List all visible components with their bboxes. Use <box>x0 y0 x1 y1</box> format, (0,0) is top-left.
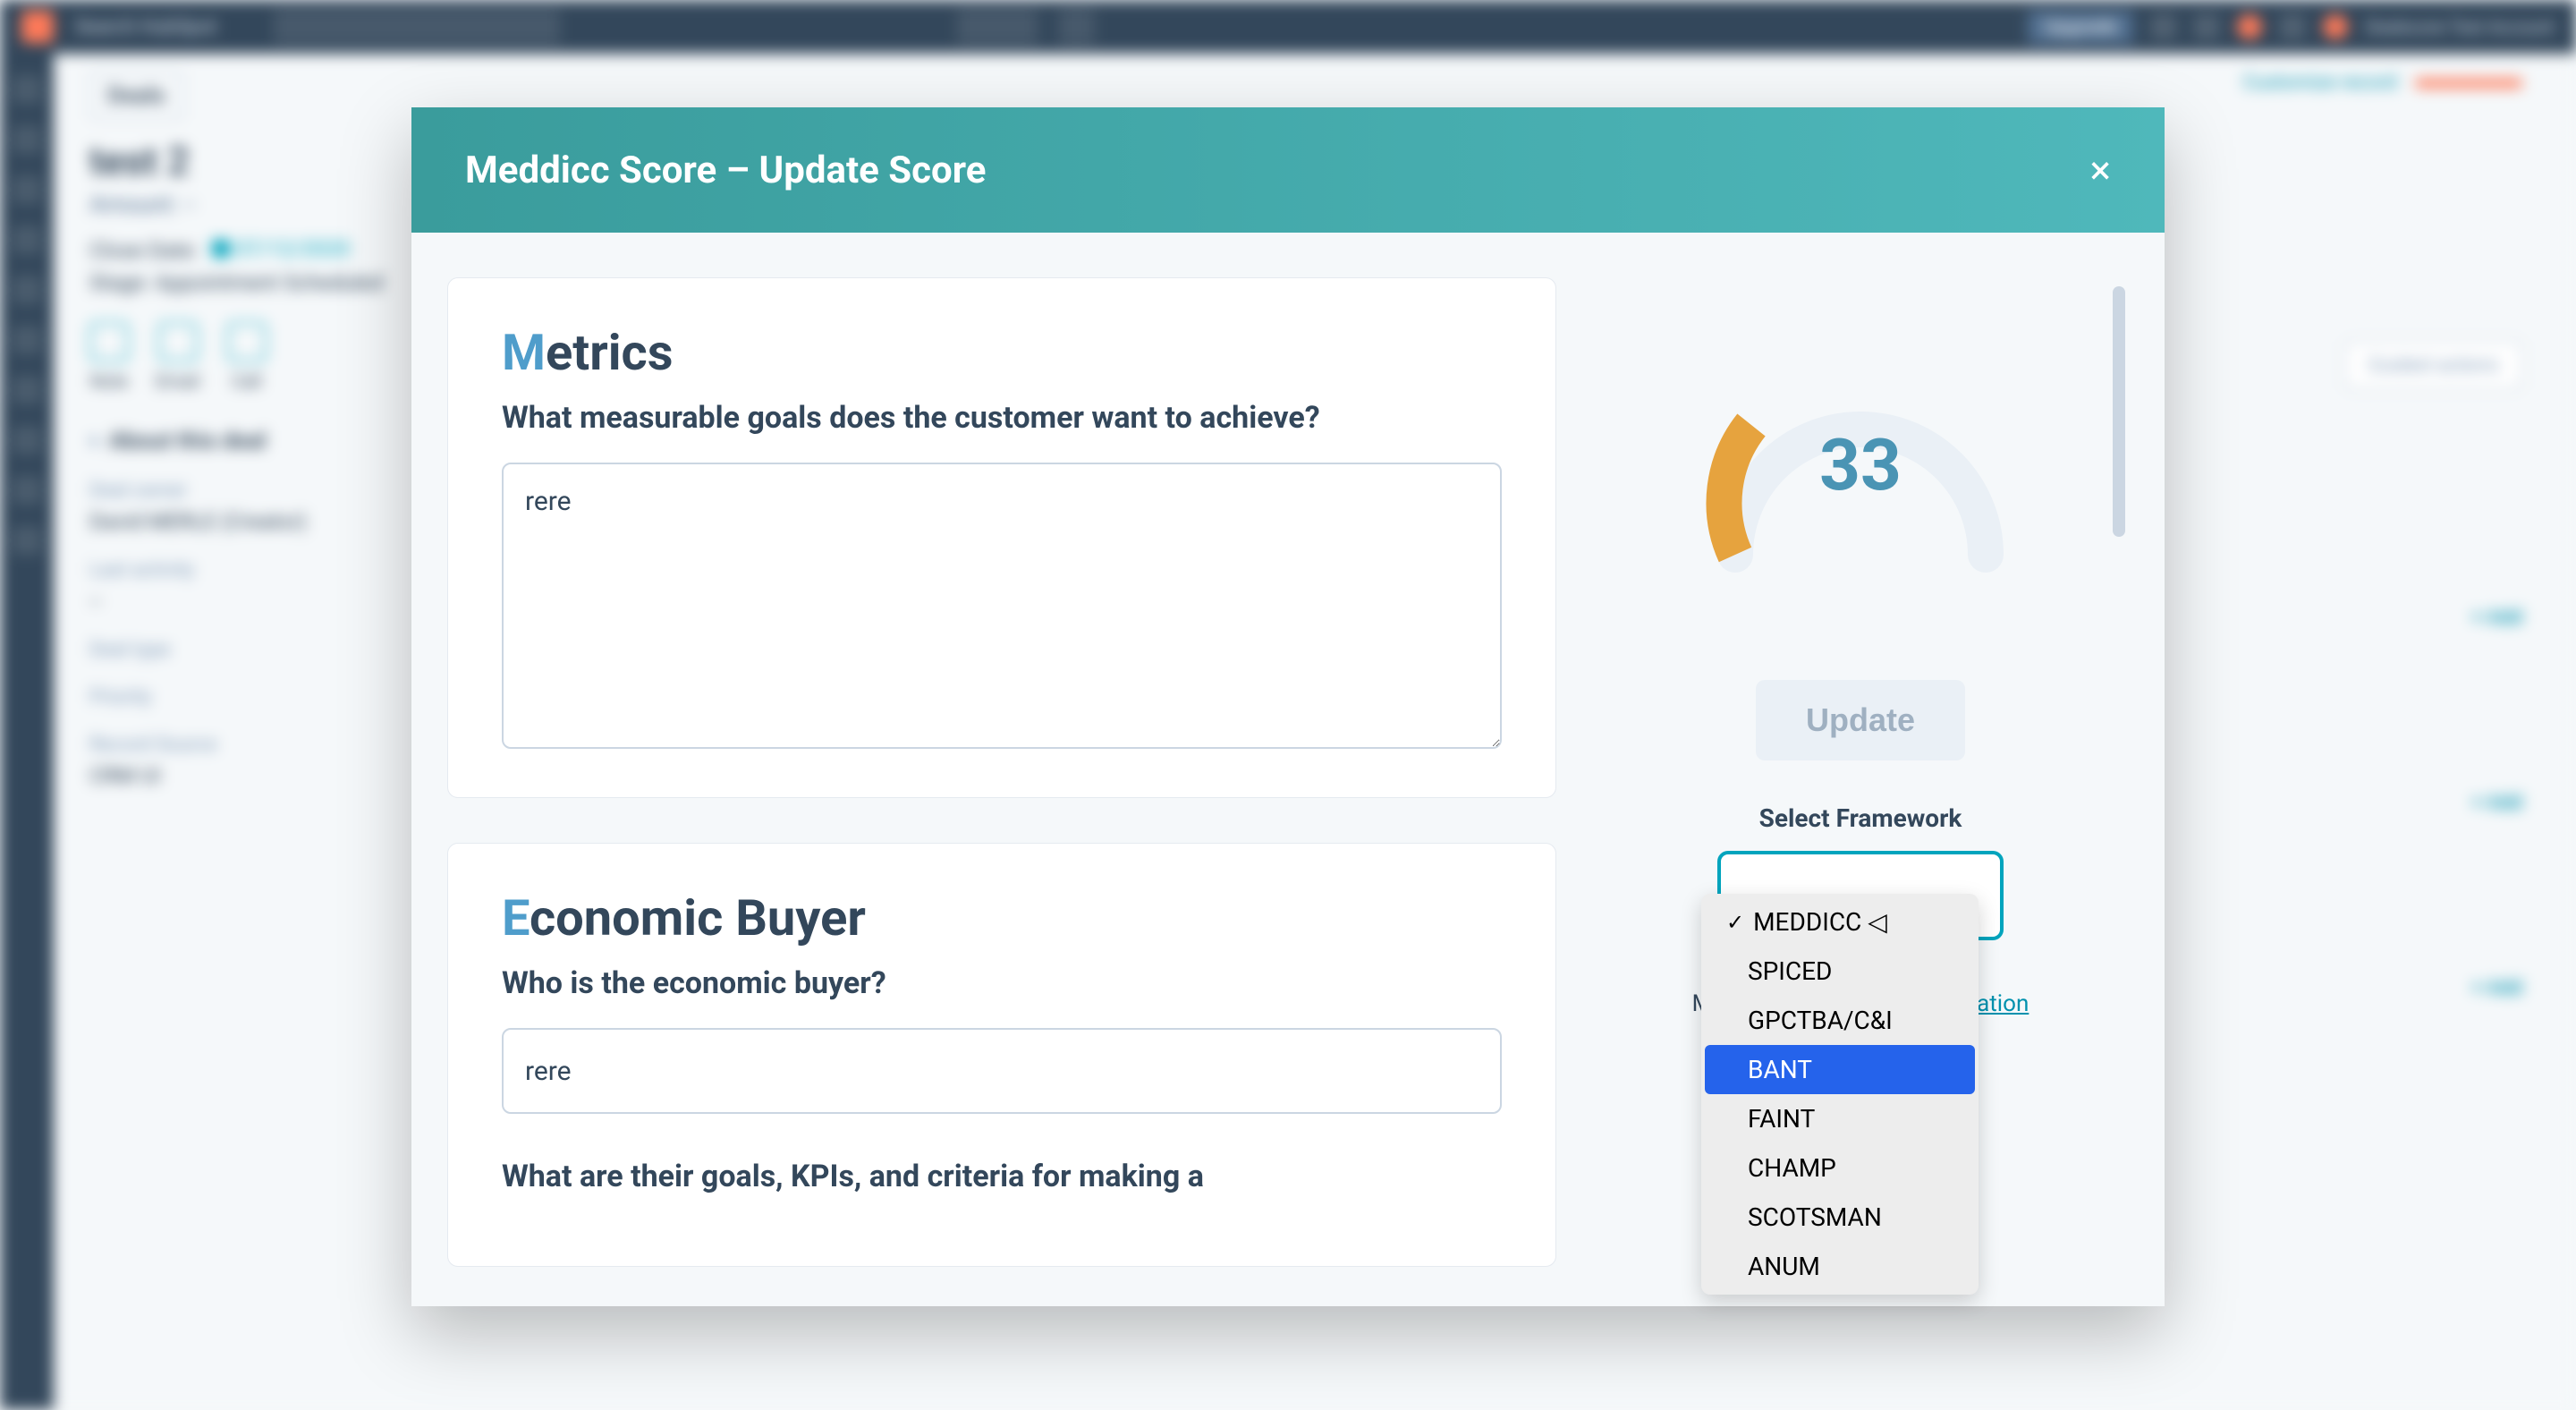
meddicc-score-modal: Meddicc Score – Update Score × Metrics W… <box>411 107 2165 1306</box>
update-button[interactable]: Update <box>1756 680 1965 760</box>
metrics-title: Metrics <box>502 323 1502 382</box>
close-icon[interactable]: × <box>2090 150 2111 190</box>
title-rest: conomic Buyer <box>530 888 866 947</box>
dropdown-item-spiced[interactable]: SPICED <box>1705 947 1975 996</box>
dropdown-item-scotsman[interactable]: SCOTSMAN <box>1705 1193 1975 1242</box>
gauge-value: 33 <box>1819 423 1902 507</box>
dropdown-item-champ[interactable]: CHAMP <box>1705 1143 1975 1193</box>
modal-header: Meddicc Score – Update Score × <box>411 107 2165 233</box>
title-first-letter: M <box>502 323 546 382</box>
economic-buyer-card: Economic Buyer Who is the economic buyer… <box>447 843 1556 1267</box>
dropdown-item-faint[interactable]: FAINT <box>1705 1094 1975 1143</box>
economic-q2: What are their goals, KPIs, and criteria… <box>502 1159 1502 1194</box>
dropdown-item-meddicc[interactable]: MEDDICC ◁ <box>1705 897 1975 947</box>
modal-scrollbar[interactable] <box>2113 286 2125 537</box>
dropdown-item-gpctba[interactable]: GPCTBA/C&I <box>1705 996 1975 1045</box>
dropdown-item-bant[interactable]: BANT <box>1705 1045 1975 1094</box>
framework-label: Select Framework <box>1759 803 1962 833</box>
title-rest: etrics <box>546 323 673 382</box>
modal-title: Meddicc Score – Update Score <box>465 149 986 192</box>
economic-buyer-input[interactable] <box>502 1028 1502 1114</box>
dropdown-item-anum[interactable]: ANUM <box>1705 1242 1975 1291</box>
title-first-letter: E <box>502 888 530 947</box>
framework-dropdown: MEDDICC ◁ SPICED GPCTBA/C&I BANT FAINT C… <box>1701 894 1979 1295</box>
economic-title: Economic Buyer <box>502 888 1502 947</box>
score-gauge: 33 <box>1690 304 2030 590</box>
economic-q1: Who is the economic buyer? <box>502 965 1502 1001</box>
metrics-question: What measurable goals does the customer … <box>502 400 1502 436</box>
modal-overlay: Meddicc Score – Update Score × Metrics W… <box>0 0 2576 1410</box>
metrics-card: Metrics What measurable goals does the c… <box>447 277 1556 798</box>
metrics-textarea[interactable] <box>502 463 1502 749</box>
